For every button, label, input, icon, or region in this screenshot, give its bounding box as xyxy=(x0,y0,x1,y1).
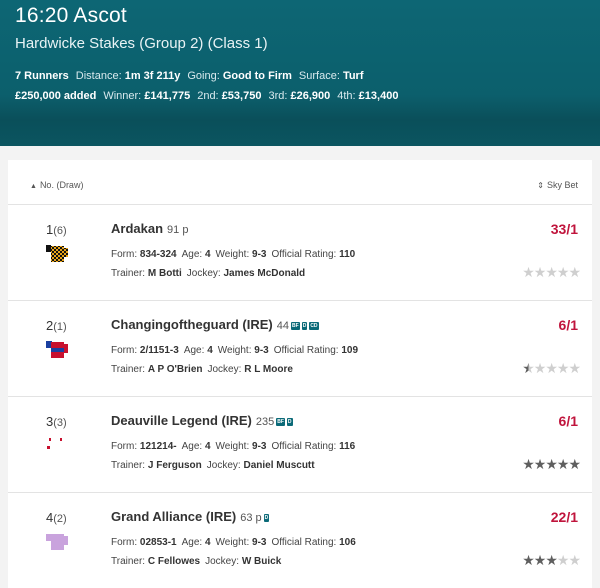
prize-added: £250,000 added xyxy=(15,90,97,102)
star-icon: ★ xyxy=(522,552,535,568)
red-blue-silks-icon xyxy=(46,341,68,358)
jockey-link[interactable]: W Buick xyxy=(242,556,281,567)
form-badge: D xyxy=(301,322,308,330)
star-icon: ★ xyxy=(568,552,581,568)
star-icon: ★ xyxy=(522,360,535,376)
form-badge: D xyxy=(286,418,293,426)
star-icon: ★ xyxy=(545,552,558,568)
runner-details: Form: 834-324 Age: 4 Weight: 9-3 Official R… xyxy=(111,249,356,260)
race-title: 16:20 Ascot xyxy=(15,4,127,27)
runners-count: 7 Runners xyxy=(15,70,69,82)
trainer-link[interactable]: J Ferguson xyxy=(148,460,202,471)
race-surface: Turf xyxy=(342,70,364,82)
race-info-line-2: £250,000 added Winner: £141,775 2nd: £53,7… xyxy=(15,90,399,102)
runner-details: Form: 121214- Age: 4 Weight: 9-3 Official R… xyxy=(111,441,356,452)
star-icon: ★ xyxy=(522,456,535,472)
star-icon: ★ xyxy=(568,456,581,472)
star-rating: ★★★★★ xyxy=(522,264,581,282)
race-subtitle: Hardwicke Stakes (Group 2) (Class 1) xyxy=(15,35,268,52)
runner-row[interactable]: 2(1) Changingoftheguard (IRE) 44 BF D CD For… xyxy=(8,301,592,397)
star-icon: ★ xyxy=(545,264,558,280)
sort-row: ▲ No. (Draw) ⇕ Sky Bet xyxy=(8,160,592,205)
checked-silks-icon xyxy=(46,245,68,262)
star-icon: ★ xyxy=(568,360,581,376)
trainer-link[interactable]: C Fellowes xyxy=(148,556,200,567)
runners-panel: ▲ No. (Draw) ⇕ Sky Bet 1(6) Ardakan 91 p Fo… xyxy=(8,160,592,588)
star-icon: ★ xyxy=(522,264,535,280)
odds-button[interactable]: 33/1 xyxy=(551,221,578,237)
form-badge: CD xyxy=(309,322,319,330)
odds-button[interactable]: 6/1 xyxy=(559,413,578,429)
jockey-link[interactable]: R L Moore xyxy=(244,364,293,375)
sort-by-number-button[interactable]: ▲ No. (Draw) xyxy=(30,180,83,190)
race-header: 16:20 Ascot Hardwicke Stakes (Group 2) (… xyxy=(0,0,600,146)
runner-details: Form: 2/1151-3 Age: 4 Weight: 9-3 Official … xyxy=(111,345,359,356)
jockey-link[interactable]: James McDonald xyxy=(223,268,305,279)
horse-name-link[interactable]: Deauville Legend (IRE) 235 BF D xyxy=(111,413,293,428)
trainer-link[interactable]: M Botti xyxy=(148,268,182,279)
runner-number: 4(2) xyxy=(46,510,67,525)
star-rating: ★★★★★ xyxy=(522,456,581,474)
trainer-link[interactable]: A P O'Brien xyxy=(148,364,203,375)
runner-details: Form: 02853-1 Age: 4 Weight: 9-3 Official R… xyxy=(111,537,356,548)
prize-second: £53,750 xyxy=(221,90,262,102)
form-badge: BF xyxy=(276,418,285,426)
odds-button[interactable]: 6/1 xyxy=(559,317,578,333)
horse-name-link[interactable]: Ardakan 91 p xyxy=(111,221,188,236)
form-badge: D xyxy=(263,514,270,522)
race-going: Good to Firm xyxy=(222,70,292,82)
jockey-link[interactable]: Daniel Muscutt xyxy=(243,460,314,471)
prize-fourth: £13,400 xyxy=(358,90,399,102)
runner-row[interactable]: 4(2) Grand Alliance (IRE) 63 pD Form: 028… xyxy=(8,493,592,588)
race-distance: 1m 3f 211y xyxy=(124,70,181,82)
runner-row[interactable]: 1(6) Ardakan 91 p Form: 834-324 Age: 4 Weig… xyxy=(8,205,592,301)
star-icon: ★ xyxy=(568,264,581,280)
race-info-line-1: 7 Runners Distance: 1m 3f 211y Going: Good… xyxy=(15,70,364,82)
sort-by-odds-button[interactable]: ⇕ Sky Bet xyxy=(537,180,578,190)
prize-winner: £141,775 xyxy=(144,90,191,102)
runner-number: 3(3) xyxy=(46,414,67,429)
star-rating: ★★★★★ xyxy=(522,552,581,570)
sort-arrows-icon: ⇕ xyxy=(537,181,544,190)
star-icon: ★ xyxy=(545,360,558,376)
odds-button[interactable]: 22/1 xyxy=(551,509,578,525)
runner-number: 1(6) xyxy=(46,222,67,237)
horse-rating: 91 p xyxy=(167,224,189,236)
sort-arrow-up-icon: ▲ xyxy=(30,183,37,190)
form-badge: BF xyxy=(291,322,300,330)
runner-connections: Trainer: A P O'Brien Jockey: R L Moore xyxy=(111,364,293,375)
star-icon: ★ xyxy=(545,456,558,472)
lilac-silks-icon xyxy=(46,534,68,550)
runner-connections: Trainer: M Botti Jockey: James McDonald xyxy=(111,268,306,279)
runner-number: 2(1) xyxy=(46,318,67,333)
prize-third: £26,900 xyxy=(290,90,331,102)
horse-name-link[interactable]: Changingoftheguard (IRE) 44 BF D CD xyxy=(111,317,319,332)
runner-row[interactable]: 3(3) Deauville Legend (IRE) 235 BF D Form: … xyxy=(8,397,592,493)
horse-rating: 44 xyxy=(276,320,290,332)
star-rating: ★★★★★ xyxy=(522,360,581,378)
horse-rating: 63 p xyxy=(240,512,262,524)
runner-connections: Trainer: C Fellowes Jockey: W Buick xyxy=(111,556,282,567)
horse-rating: 235 xyxy=(255,416,275,428)
horse-name-link[interactable]: Grand Alliance (IRE) 63 pD xyxy=(111,509,270,524)
white-red-silks-icon xyxy=(47,438,62,449)
runner-connections: Trainer: J Ferguson Jockey: Daniel Muscut… xyxy=(111,460,315,471)
